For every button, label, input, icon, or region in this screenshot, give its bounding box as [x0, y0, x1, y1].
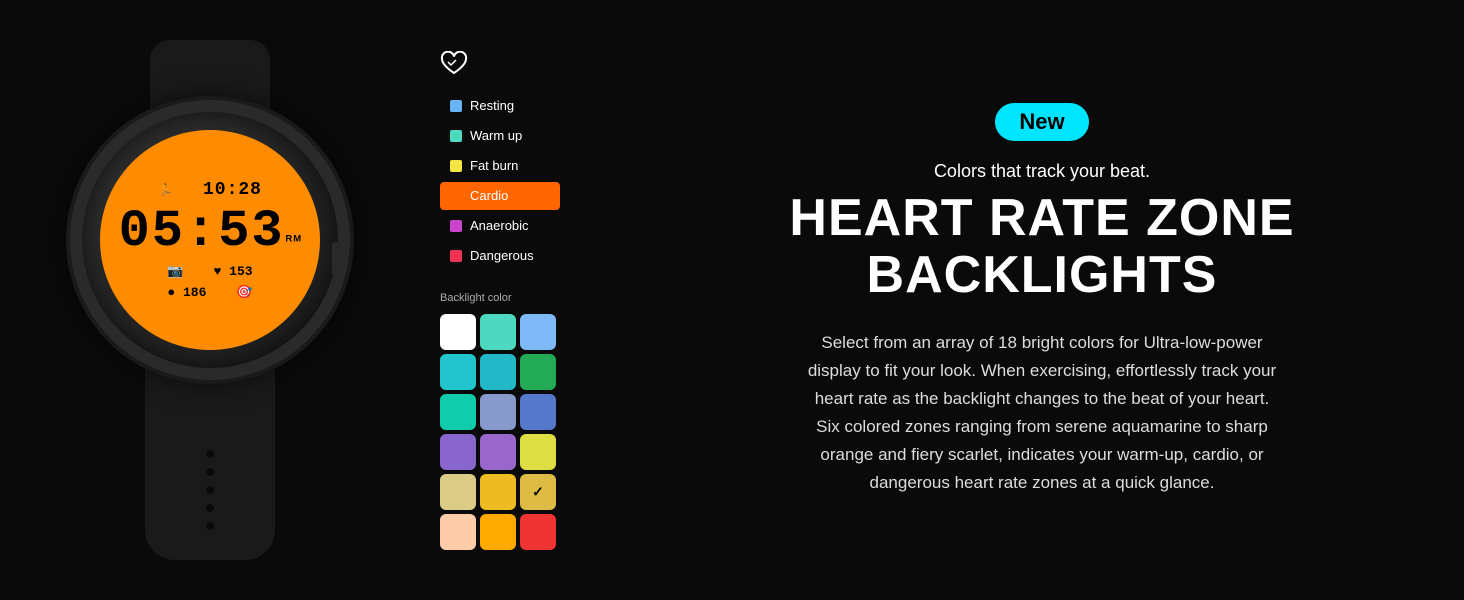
- color-swatch-7[interactable]: [480, 394, 516, 430]
- watch-large-time: 05:53: [119, 206, 285, 258]
- strap-hole-4: [206, 504, 214, 512]
- strap-holes: [206, 450, 214, 530]
- zone-color-dot: [450, 100, 462, 112]
- color-swatch-5[interactable]: [520, 354, 556, 390]
- zone-color-dot: [450, 250, 462, 262]
- color-swatch-17[interactable]: [520, 514, 556, 550]
- zone-label: Anaerobic: [470, 218, 529, 233]
- color-swatch-1[interactable]: [480, 314, 516, 350]
- color-swatch-8[interactable]: [520, 394, 556, 430]
- palette-label: Backlight color: [440, 292, 556, 304]
- zone-label: Dangerous: [470, 248, 534, 263]
- watch-crown: [332, 242, 346, 277]
- watch-small-time: 10:28: [203, 180, 262, 200]
- watch-section: 🏃 10:28 05:53 ᴿᴹ 📷 ♥ 153 ● 186: [0, 0, 420, 600]
- watch-bottom-row: 📷 ♥ 153: [167, 264, 252, 279]
- color-swatch-15[interactable]: [440, 514, 476, 550]
- watch-stats-row: ● 186 🎯: [167, 285, 252, 300]
- watch-wrapper: 🏃 10:28 05:53 ᴿᴹ 📷 ♥ 153 ● 186: [30, 40, 390, 560]
- watch-screen-inner: 🏃 10:28 05:53 ᴿᴹ 📷 ♥ 153 ● 186: [119, 180, 302, 300]
- color-swatch-4[interactable]: [480, 354, 516, 390]
- main-title-line2: BACKLIGHTS: [789, 247, 1294, 304]
- watch-middle-row: 05:53 ᴿᴹ: [119, 206, 302, 258]
- page-container: 🏃 10:28 05:53 ᴿᴹ 📷 ♥ 153 ● 186: [0, 0, 1464, 600]
- watch-body: 🏃 10:28 05:53 ᴿᴹ 📷 ♥ 153 ● 186: [70, 100, 350, 380]
- color-swatch-2[interactable]: [520, 314, 556, 350]
- zone-item-resting[interactable]: Resting: [440, 92, 560, 120]
- zone-label: Cardio: [470, 188, 508, 203]
- watch-screen: 🏃 10:28 05:53 ᴿᴹ 📷 ♥ 153 ● 186: [100, 130, 320, 350]
- zone-color-dot: [450, 160, 462, 172]
- strap-hole-2: [206, 468, 214, 476]
- zone-item-anaerobic[interactable]: Anaerobic: [440, 212, 560, 240]
- color-swatch-0[interactable]: [440, 314, 476, 350]
- color-swatch-9[interactable]: [440, 434, 476, 470]
- zone-label: Fat burn: [470, 158, 518, 173]
- color-swatch-6[interactable]: [440, 394, 476, 430]
- color-swatch-3[interactable]: [440, 354, 476, 390]
- zone-item-dangerous[interactable]: Dangerous: [440, 242, 560, 270]
- zone-label: Resting: [470, 98, 514, 113]
- heart-rate-icon: [440, 51, 468, 82]
- main-title: HEART RATE ZONE BACKLIGHTS: [789, 190, 1294, 304]
- watch-heart-stat: ♥ 153: [214, 264, 253, 279]
- color-swatch-12[interactable]: [440, 474, 476, 510]
- subtitle: Colors that track your beat.: [934, 161, 1150, 182]
- watch-top-row: 🏃 10:28: [158, 180, 262, 200]
- zone-item-fat-burn[interactable]: Fat burn: [440, 152, 560, 180]
- strap-hole-5: [206, 522, 214, 530]
- watch-seconds: ᴿᴹ: [285, 234, 302, 250]
- zone-item-warm-up[interactable]: Warm up: [440, 122, 560, 150]
- strap-hole-3: [206, 486, 214, 494]
- content-section: New Colors that track your beat. HEART R…: [620, 63, 1464, 537]
- zone-color-dot: [450, 220, 462, 232]
- zones-section: Resting Warm up Fat burn Cardio Anaerobic Dan…: [420, 51, 620, 550]
- zone-color-dot: [450, 130, 462, 142]
- palette-grid: [440, 314, 556, 550]
- new-badge: New: [995, 103, 1088, 141]
- watch-run-icon: 🏃: [158, 183, 173, 197]
- color-swatch-10[interactable]: [480, 434, 516, 470]
- strap-hole-1: [206, 450, 214, 458]
- watch-camera-icon: 📷: [167, 264, 183, 279]
- watch-steps-stat: ● 186: [167, 285, 206, 300]
- color-swatch-11[interactable]: [520, 434, 556, 470]
- color-swatch-14[interactable]: [520, 474, 556, 510]
- zone-color-dot: [450, 190, 462, 202]
- zone-label: Warm up: [470, 128, 522, 143]
- description: Select from an array of 18 bright colors…: [802, 329, 1282, 497]
- palette-section: Backlight color: [440, 292, 556, 550]
- watch-target-icon: 🎯: [236, 285, 252, 300]
- color-swatch-16[interactable]: [480, 514, 516, 550]
- zone-item-cardio[interactable]: Cardio: [440, 182, 560, 210]
- main-title-line1: HEART RATE ZONE: [789, 190, 1294, 247]
- color-swatch-13[interactable]: [480, 474, 516, 510]
- zones-container: Resting Warm up Fat burn Cardio Anaerobic Dan…: [440, 92, 560, 272]
